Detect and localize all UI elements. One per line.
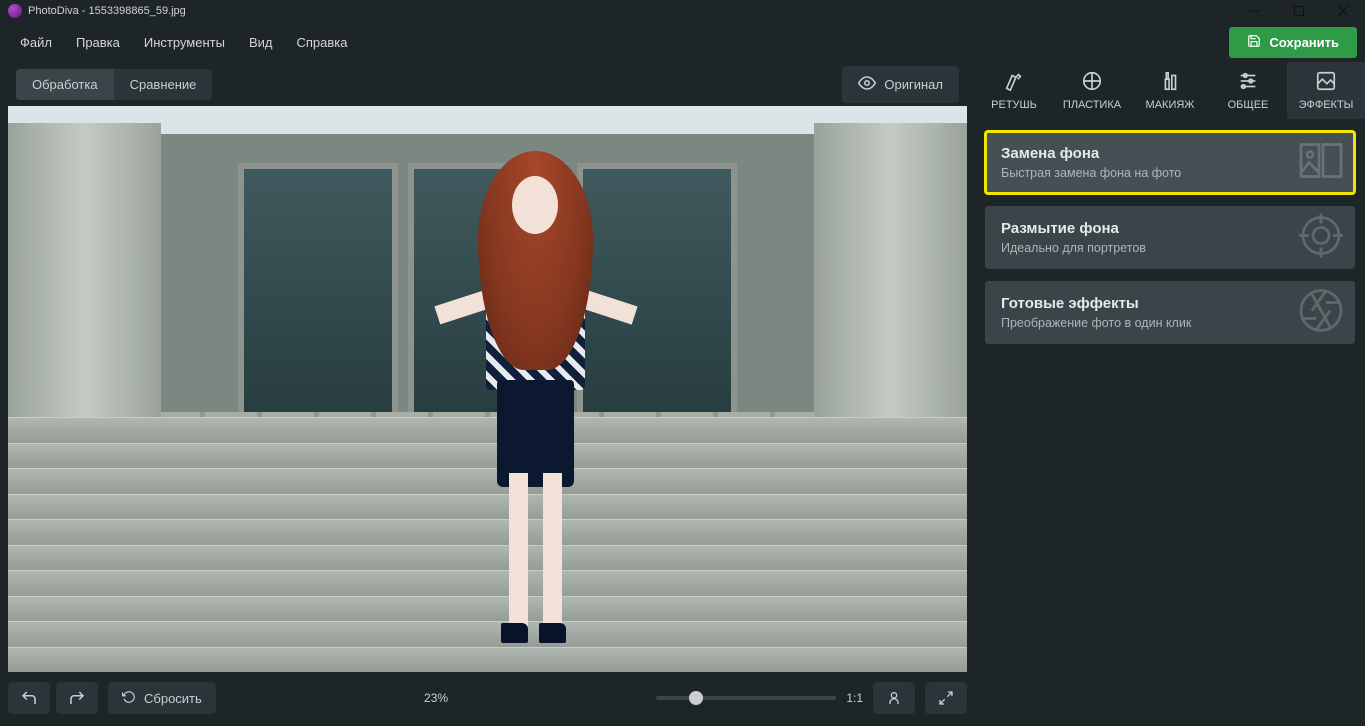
- menu-edit[interactable]: Правка: [64, 29, 132, 56]
- zoom-slider-thumb[interactable]: [689, 691, 703, 705]
- tool-tab-effects-label: ЭФФЕКТЫ: [1299, 99, 1354, 111]
- effects-icon: [1315, 70, 1337, 95]
- window-controls: [1233, 0, 1365, 22]
- show-original-button[interactable]: Оригинал: [842, 66, 959, 103]
- tool-tab-plastic[interactable]: ПЛАСТИКА: [1053, 62, 1131, 119]
- redo-button[interactable]: [56, 682, 98, 714]
- canvas-toolbar: Обработка Сравнение Оригинал: [8, 62, 967, 106]
- photo-content: [8, 106, 967, 672]
- reset-icon: [122, 690, 136, 707]
- effect-card-presets[interactable]: Готовые эффекты Преображение фото в один…: [985, 281, 1355, 344]
- undo-button[interactable]: [8, 682, 50, 714]
- bg-replace-icon: [1297, 136, 1345, 189]
- tool-tab-plastic-label: ПЛАСТИКА: [1063, 99, 1121, 111]
- effect-card-bg-blur[interactable]: Размытие фона Идеально для портретов: [985, 206, 1355, 269]
- tool-tab-makeup[interactable]: МАКИЯЖ: [1131, 62, 1209, 119]
- focus-target-icon: [1297, 211, 1345, 264]
- canvas[interactable]: [8, 106, 967, 672]
- tool-tabs: РЕТУШЬ ПЛАСТИКА МАКИЯЖ ОБЩЕЕ ЭФФЕКТЫ: [975, 62, 1365, 119]
- menu-view[interactable]: Вид: [237, 29, 285, 56]
- tool-tab-retouch-label: РЕТУШЬ: [991, 99, 1037, 111]
- main-area: Обработка Сравнение Оригинал: [0, 62, 1365, 726]
- effect-subtitle: Быстрая замена фона на фото: [1001, 166, 1339, 180]
- zoom-value: 23%: [424, 691, 448, 705]
- retouch-icon: [1003, 70, 1025, 95]
- tool-tab-retouch[interactable]: РЕТУШЬ: [975, 62, 1053, 119]
- effect-card-bg-replace[interactable]: Замена фона Быстрая замена фона на фото: [985, 131, 1355, 194]
- canvas-footer: Сбросить 23% 1:1: [8, 672, 967, 718]
- plastic-icon: [1081, 70, 1103, 95]
- tab-edit[interactable]: Обработка: [16, 69, 114, 100]
- makeup-icon: [1159, 70, 1181, 95]
- tool-tab-general-label: ОБЩЕЕ: [1228, 99, 1269, 111]
- tool-tab-makeup-label: МАКИЯЖ: [1146, 99, 1195, 111]
- canvas-column: Обработка Сравнение Оригинал: [0, 62, 975, 726]
- effect-subtitle: Преображение фото в один клик: [1001, 316, 1339, 330]
- show-original-label: Оригинал: [884, 77, 943, 92]
- tab-compare[interactable]: Сравнение: [114, 69, 213, 100]
- undo-redo-group: [8, 682, 98, 714]
- save-icon: [1247, 34, 1261, 51]
- menu-help[interactable]: Справка: [284, 29, 359, 56]
- view-mode-tabs: Обработка Сравнение: [16, 69, 212, 100]
- tool-tab-general[interactable]: ОБЩЕЕ: [1209, 62, 1287, 119]
- menu-tools[interactable]: Инструменты: [132, 29, 237, 56]
- fit-person-button[interactable]: [873, 682, 915, 714]
- reset-label: Сбросить: [144, 691, 202, 706]
- effect-title: Размытие фона: [1001, 220, 1339, 237]
- fullscreen-button[interactable]: [925, 682, 967, 714]
- zoom-slider[interactable]: [656, 696, 836, 700]
- tool-tab-effects[interactable]: ЭФФЕКТЫ: [1287, 62, 1365, 119]
- app-logo-icon: [8, 4, 22, 18]
- effect-title: Готовые эффекты: [1001, 295, 1339, 312]
- sliders-icon: [1237, 70, 1259, 95]
- menu-bar: Файл Правка Инструменты Вид Справка Сохр…: [0, 22, 1365, 62]
- save-button[interactable]: Сохранить: [1229, 27, 1357, 58]
- maximize-button[interactable]: [1277, 0, 1321, 22]
- minimize-button[interactable]: [1233, 0, 1277, 22]
- reset-button[interactable]: Сбросить: [108, 682, 216, 714]
- window-title: PhotoDiva - 1553398865_59.jpg: [28, 5, 1233, 17]
- close-button[interactable]: [1321, 0, 1365, 22]
- save-button-label: Сохранить: [1269, 35, 1339, 50]
- menu-file[interactable]: Файл: [8, 29, 64, 56]
- effect-title: Замена фона: [1001, 145, 1339, 162]
- effect-subtitle: Идеально для портретов: [1001, 241, 1339, 255]
- title-bar: PhotoDiva - 1553398865_59.jpg: [0, 0, 1365, 22]
- aperture-icon: [1297, 286, 1345, 339]
- side-panel: РЕТУШЬ ПЛАСТИКА МАКИЯЖ ОБЩЕЕ ЭФФЕКТЫ Зам…: [975, 62, 1365, 726]
- eye-icon: [858, 74, 876, 95]
- scale-label[interactable]: 1:1: [846, 691, 863, 705]
